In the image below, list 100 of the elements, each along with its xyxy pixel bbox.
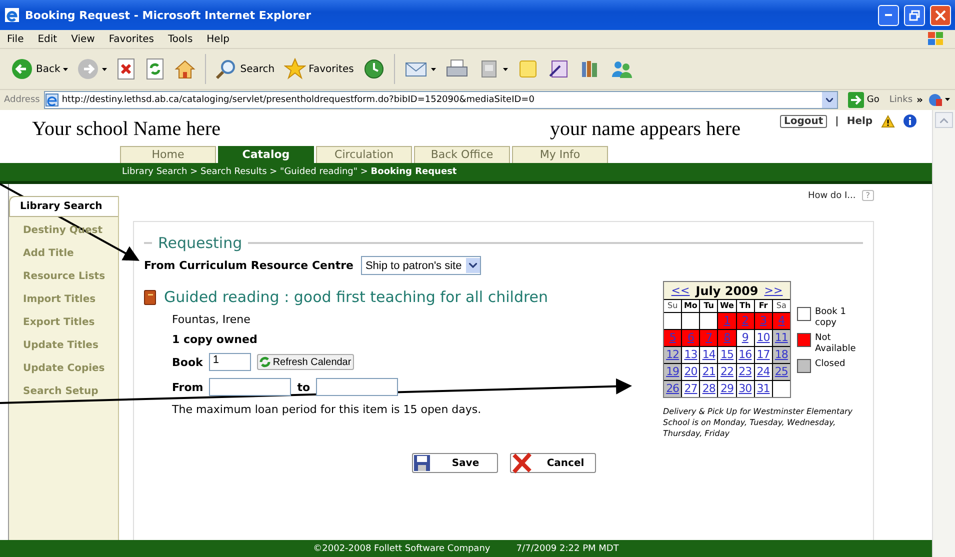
calendar-day[interactable]: 17 xyxy=(754,347,772,363)
search-button[interactable]: Search xyxy=(212,56,278,82)
help-button[interactable]: ? xyxy=(862,190,874,201)
weekday-label: Su xyxy=(664,300,682,312)
legend-label: Closed xyxy=(815,358,846,370)
calendar-day[interactable]: 19 xyxy=(664,364,682,380)
arrow-right-icon xyxy=(77,58,100,80)
school-name: Your school Name here xyxy=(31,117,222,141)
caret-icon xyxy=(102,68,108,70)
sidebar-item[interactable]: Library Search xyxy=(9,196,118,217)
weekday-label: We xyxy=(718,300,736,312)
minimize-button[interactable] xyxy=(878,4,899,26)
calendar-day[interactable]: 25 xyxy=(772,364,790,380)
field-label: From Curriculum Resource Centre xyxy=(144,259,354,272)
calendar-day[interactable]: 31 xyxy=(754,381,772,397)
go-button[interactable]: Go xyxy=(842,92,886,108)
cancel-button[interactable]: Cancel xyxy=(510,453,596,473)
previous-month-link[interactable]: << xyxy=(671,284,690,297)
calendar-day[interactable]: 12 xyxy=(664,347,682,363)
section-heading: Requesting xyxy=(158,234,242,252)
menu-item[interactable]: Favorites xyxy=(102,34,162,44)
weekday-label: Th xyxy=(736,300,754,312)
legend-swatch xyxy=(797,332,811,346)
calendar-day[interactable]: 11 xyxy=(772,330,790,346)
calendar-day[interactable]: 26 xyxy=(664,381,682,397)
help-link[interactable]: Help xyxy=(846,116,873,126)
restore-button[interactable] xyxy=(904,4,925,26)
shipping-dropdown[interactable]: Ship to patron's site xyxy=(361,256,481,275)
back-button[interactable]: Back xyxy=(8,56,72,82)
field-label: to xyxy=(297,380,310,394)
from-date-input[interactable] xyxy=(209,378,292,396)
caret-icon xyxy=(430,68,436,70)
refresh-icon xyxy=(258,355,272,369)
scroll-up-button[interactable] xyxy=(935,112,953,128)
calendar-day[interactable]: 10 xyxy=(754,330,772,346)
note-icon xyxy=(516,58,539,80)
weekday-label: Sa xyxy=(772,300,790,312)
window-title: Booking Request - Microsoft Internet Explorer xyxy=(25,8,312,22)
warning-icon[interactable] xyxy=(880,114,895,128)
calendar-day[interactable]: 28 xyxy=(700,381,718,397)
minimize-icon xyxy=(885,14,892,16)
star-icon xyxy=(284,58,306,80)
caret-up-icon xyxy=(940,118,948,122)
calendar-day[interactable]: 23 xyxy=(736,364,754,380)
nav-tab[interactable]: Home xyxy=(120,146,216,163)
menu-item[interactable]: Tools xyxy=(161,34,200,44)
breadcrumb: Library Search > Search Results > "Guided reading" > Booking Request xyxy=(0,163,932,184)
calendar-day[interactable]: 13 xyxy=(682,347,700,363)
calendar-day[interactable]: 29 xyxy=(718,381,736,397)
next-month-link[interactable]: >> xyxy=(764,284,783,297)
info-icon[interactable] xyxy=(902,114,917,128)
nav-tab[interactable]: Catalog xyxy=(218,146,314,163)
close-button[interactable] xyxy=(930,4,951,26)
clock-icon xyxy=(362,58,385,80)
calendar-day[interactable]: 20 xyxy=(682,364,700,380)
logout-button[interactable]: Logout xyxy=(780,114,828,128)
legend-swatch xyxy=(797,306,811,320)
caret-icon xyxy=(468,263,477,268)
calendar-day[interactable]: 21 xyxy=(700,364,718,380)
menu-item[interactable]: File xyxy=(0,34,31,44)
how-do-i-link[interactable]: How do I... xyxy=(808,190,856,200)
copyright-text: ©2002-2008 Follett Software Company xyxy=(313,544,490,554)
nav-tab[interactable]: Circulation xyxy=(316,146,412,163)
arrow-right-icon xyxy=(848,92,864,108)
address-dropdown-button[interactable] xyxy=(822,92,837,108)
calendar-day[interactable]: 27 xyxy=(682,381,700,397)
menu-item[interactable]: Help xyxy=(200,34,236,44)
calendar-day[interactable]: 18 xyxy=(772,347,790,363)
nav-tab[interactable]: Back Office xyxy=(414,146,510,163)
calendar-day[interactable]: 16 xyxy=(736,347,754,363)
book-input[interactable]: 1 xyxy=(208,353,251,371)
menu-item[interactable]: Edit xyxy=(30,34,64,44)
links-more-button[interactable]: » xyxy=(916,94,923,106)
calendar-day[interactable]: 15 xyxy=(718,347,736,363)
to-date-input[interactable] xyxy=(316,378,398,396)
caret-icon xyxy=(502,68,508,70)
calendar-day[interactable]: 14 xyxy=(700,347,718,363)
favorites-button[interactable]: Favorites xyxy=(280,56,357,82)
refresh-calendar-button[interactable]: Refresh Calendar xyxy=(256,354,354,370)
footer-datetime: 7/7/2009 2:22 PM MDT xyxy=(516,544,619,554)
windows-flag-icon xyxy=(927,31,945,47)
address-field[interactable]: http://destiny.lethsd.ab.ca/cataloging/servlet/presentholdrequestform.do?bibID=152090&mediaSiteID=0 xyxy=(44,91,838,109)
weekday-label: Fr xyxy=(754,300,772,312)
field-label: Book xyxy=(172,356,203,368)
save-button[interactable]: Save xyxy=(412,453,498,473)
field-label: From xyxy=(172,380,204,394)
refresh-icon xyxy=(145,58,166,80)
arrow-left-icon xyxy=(11,58,33,80)
separator-text: | xyxy=(835,116,839,126)
calendar-day[interactable]: 22 xyxy=(718,364,736,380)
stop-icon xyxy=(116,58,136,80)
calendar-day[interactable]: 24 xyxy=(754,364,772,380)
menu-item[interactable]: View xyxy=(64,34,102,44)
calendar-day[interactable]: 9 xyxy=(736,330,754,346)
book-title[interactable]: Guided reading : good first teaching for all children xyxy=(164,288,548,306)
legend-swatch xyxy=(797,358,811,372)
nav-tab[interactable]: My Info xyxy=(512,146,608,163)
globe-icon xyxy=(927,93,951,107)
links-label: Links xyxy=(889,95,913,105)
calendar-day[interactable]: 30 xyxy=(736,381,754,397)
